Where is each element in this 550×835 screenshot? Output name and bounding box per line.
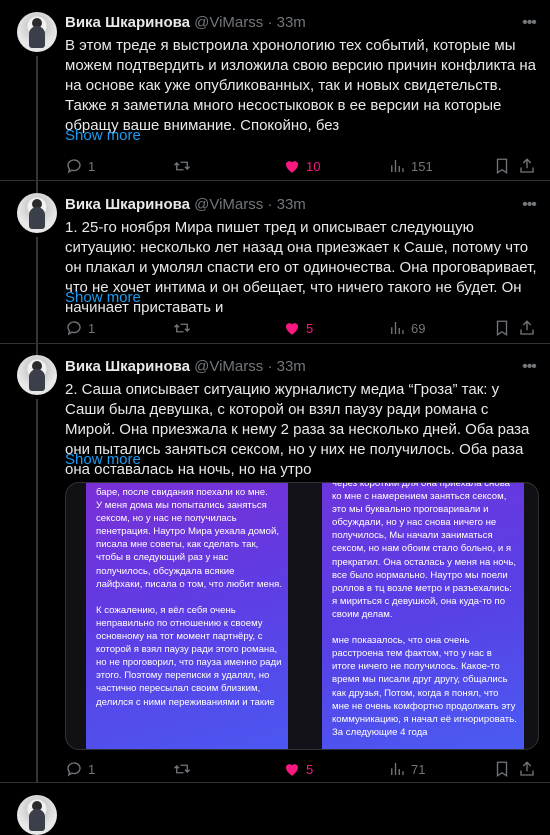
bookmark-icon xyxy=(496,158,508,175)
tweet-actions: 1 10 151 xyxy=(65,156,537,176)
avatar[interactable] xyxy=(17,795,57,835)
like-count: 5 xyxy=(306,320,314,336)
view-count: 69 xyxy=(411,320,426,336)
reply-button[interactable]: 1 xyxy=(65,759,95,779)
tweet-header: Вика Шкаринова @ViMarss · 33m xyxy=(65,195,306,215)
thread-line xyxy=(36,399,38,782)
author-handle[interactable]: @ViMarss xyxy=(194,14,263,31)
timeline-feed: Вика Шкаринова @ViMarss · 33m ••• В этом… xyxy=(0,0,550,835)
tweet-actions: 1 5 71 xyxy=(65,759,537,779)
avatar[interactable] xyxy=(17,12,57,52)
thread-line xyxy=(36,237,38,343)
tweet-header: Вика Шкаринова @ViMarss · 33m xyxy=(65,13,306,33)
share-button[interactable] xyxy=(518,759,536,779)
like-button[interactable]: 5 xyxy=(283,318,313,338)
bookmark-button[interactable] xyxy=(493,156,511,176)
share-button[interactable] xyxy=(518,156,536,176)
timestamp[interactable]: 33m xyxy=(277,14,306,31)
retweet-icon xyxy=(174,323,190,333)
timestamp[interactable]: 33m xyxy=(277,358,306,375)
reply-icon xyxy=(67,762,81,777)
tweet-text: В этом треде я выстроила хронологию тех … xyxy=(65,37,537,134)
timestamp[interactable]: 33m xyxy=(277,196,306,213)
views-icon xyxy=(391,322,404,334)
more-icon[interactable]: ••• xyxy=(520,13,538,33)
author-name[interactable]: Вика Шкаринова xyxy=(65,14,190,31)
like-count: 5 xyxy=(306,761,314,777)
views-button[interactable]: 151 xyxy=(388,156,433,176)
thread-line xyxy=(36,344,38,355)
author-handle[interactable]: @ViMarss xyxy=(194,358,263,375)
reply-icon xyxy=(67,159,81,174)
share-icon xyxy=(520,320,534,335)
avatar[interactable] xyxy=(17,355,57,395)
show-more-link[interactable]: Show more xyxy=(65,450,141,470)
retweet-icon xyxy=(174,161,190,171)
bookmark-button[interactable] xyxy=(493,318,511,338)
retweet-icon xyxy=(174,764,190,774)
reply-icon xyxy=(67,321,81,336)
screenshot-image-right[interactable]: через короткий для она приехала снова ко… xyxy=(322,483,524,749)
separator-dot: · xyxy=(267,358,273,375)
author-name[interactable]: Вика Шкаринова xyxy=(65,196,190,213)
reply-button[interactable]: 1 xyxy=(65,318,95,338)
show-more-link[interactable]: Show more xyxy=(65,126,141,146)
reply-button[interactable]: 1 xyxy=(65,156,95,176)
repost-button[interactable] xyxy=(173,759,196,779)
thread-line xyxy=(36,56,38,180)
tweet[interactable]: Вика Шкаринова @ViMarss · 33m ••• 2. Саш… xyxy=(0,344,550,783)
heart-icon xyxy=(286,764,298,776)
like-button[interactable]: 5 xyxy=(283,759,313,779)
like-count: 10 xyxy=(306,158,321,174)
tweet-next-partial[interactable] xyxy=(0,783,550,835)
screenshot-right-text: через короткий для она приехала снова ко… xyxy=(332,483,517,738)
more-icon[interactable]: ••• xyxy=(520,195,538,215)
attached-images[interactable]: баре, после свидания поехали ко мне. У м… xyxy=(65,482,539,750)
separator-dot: · xyxy=(267,196,273,213)
author-handle[interactable]: @ViMarss xyxy=(194,196,263,213)
bookmark-button[interactable] xyxy=(493,759,511,779)
heart-icon xyxy=(286,161,298,173)
views-icon xyxy=(391,160,404,172)
repost-button[interactable] xyxy=(173,318,196,338)
view-count: 71 xyxy=(411,761,426,777)
views-button[interactable]: 71 xyxy=(388,759,425,779)
repost-button[interactable] xyxy=(173,156,196,176)
views-button[interactable]: 69 xyxy=(388,318,425,338)
share-icon xyxy=(520,761,534,776)
reply-count: 1 xyxy=(88,761,96,777)
views-icon xyxy=(391,763,404,775)
like-button[interactable]: 10 xyxy=(283,156,320,176)
view-count: 151 xyxy=(411,158,433,174)
bookmark-icon xyxy=(496,761,508,778)
thread-line xyxy=(36,181,38,193)
screenshot-image-left[interactable]: баре, после свидания поехали ко мне. У м… xyxy=(86,483,288,749)
tweet-header: Вика Шкаринова @ViMarss · 33m xyxy=(65,357,306,377)
bookmark-icon xyxy=(496,320,508,337)
reply-count: 1 xyxy=(88,320,96,336)
share-icon xyxy=(520,158,534,173)
share-button[interactable] xyxy=(518,318,536,338)
screenshot-left-text: баре, после свидания поехали ко мне. У м… xyxy=(96,487,283,708)
show-more-link[interactable]: Show more xyxy=(65,288,141,308)
more-icon[interactable]: ••• xyxy=(520,357,538,377)
reply-count: 1 xyxy=(88,158,96,174)
tweet[interactable]: Вика Шкаринова @ViMarss · 33m ••• 1. 25-… xyxy=(0,181,550,344)
heart-icon xyxy=(286,323,298,335)
author-name[interactable]: Вика Шкаринова xyxy=(65,358,190,375)
tweet[interactable]: Вика Шкаринова @ViMarss · 33m ••• В этом… xyxy=(0,0,550,181)
separator-dot: · xyxy=(267,14,273,31)
tweet-actions: 1 5 69 xyxy=(65,318,537,338)
avatar[interactable] xyxy=(17,193,57,233)
